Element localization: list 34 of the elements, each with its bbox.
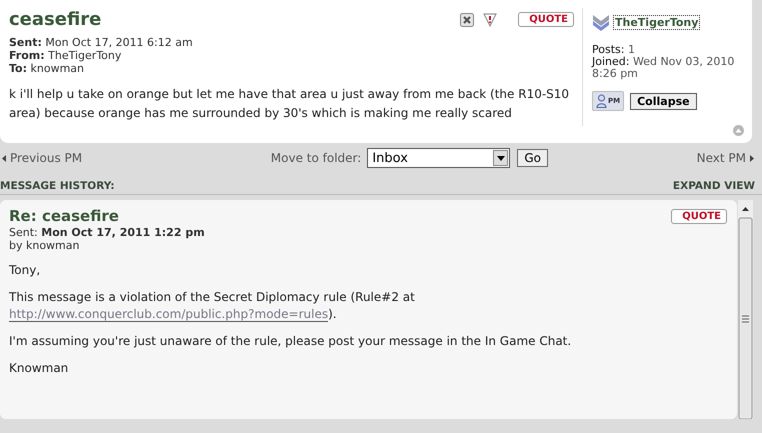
- message-paragraph: This message is a violation of the Secret Diplomacy rule (Rule#2 at http://www.conquerclub.com/public.php?mode=rules).: [9, 289, 416, 323]
- message-paragraph: Knowman: [9, 360, 70, 377]
- go-button[interactable]: Go: [517, 149, 548, 167]
- rules-link[interactable]: http://www.conquerclub.com/public.php?mode=rules: [9, 307, 328, 322]
- quote-button[interactable]: QUOTE: [671, 209, 727, 224]
- delete-icon[interactable]: [460, 12, 474, 26]
- previous-pm-link[interactable]: Previous PM: [2, 151, 82, 165]
- expand-view-link[interactable]: EXPAND VIEW: [672, 180, 755, 192]
- author-stat: Joined: Wed Nov 03, 2010 8:26 pm: [592, 56, 736, 80]
- author-name[interactable]: TheTigerTony: [613, 14, 700, 30]
- message-body: k i'll help u take on orange but let me have that area u just away from me back (the R10-S10 area) because orange has me surrounded by 30's which is making me really scared: [9, 86, 570, 122]
- message-meta: Sent: Mon Oct 17, 2011 6:12 am: [9, 36, 194, 49]
- message-title: Re: ceasefire: [9, 206, 119, 226]
- author-stat: Posts: 1: [592, 44, 636, 56]
- message-paragraph: I'm assuming you're just unaware of the rule, please post your message in the In Game Chat.: [9, 333, 572, 350]
- person-icon: [596, 94, 607, 108]
- folder-label: Move to folder:: [270, 151, 362, 165]
- right-arrow-icon: [749, 154, 754, 162]
- message-title: ceasefire: [9, 8, 102, 32]
- section-heading: MESSAGE HISTORY:: [0, 180, 115, 192]
- next-pm-link[interactable]: Next PM: [696, 151, 754, 165]
- folder-dropdown[interactable]: Inbox: [367, 148, 510, 168]
- dropdown-arrow-icon: [496, 156, 505, 160]
- scrollbar[interactable]: [738, 200, 753, 419]
- collapse-button[interactable]: Collapse: [630, 92, 697, 110]
- message-author: by knowman: [9, 239, 80, 252]
- message-paragraph: Tony,: [9, 262, 42, 279]
- left-arrow-icon: [2, 154, 7, 162]
- message-meta: To: knowman: [9, 62, 85, 75]
- quote-button[interactable]: QUOTE: [518, 12, 574, 27]
- message-meta: Sent: Mon Oct 17, 2011 1:22 pm: [9, 226, 206, 239]
- report-icon[interactable]: [483, 12, 498, 26]
- message-meta: From: TheTigerTony: [9, 49, 122, 62]
- rank-chevron-icon: [592, 13, 610, 31]
